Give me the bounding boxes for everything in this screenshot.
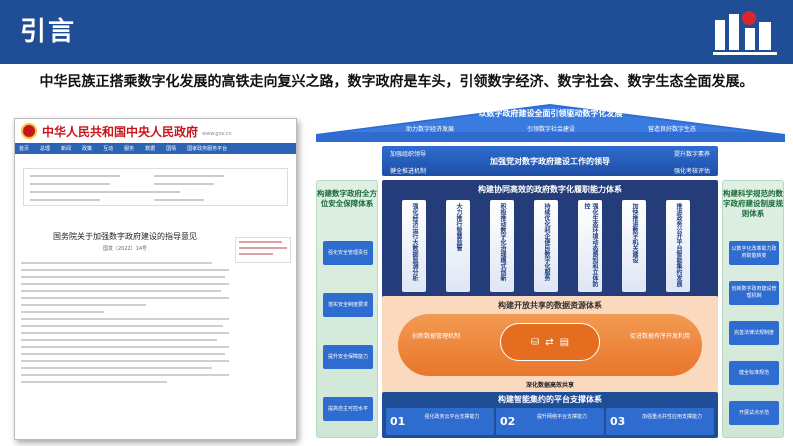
pillar-item: 完善法律法规制度 <box>729 321 779 345</box>
platform-item: 03 加强重点共性应用支撑能力 <box>606 408 714 435</box>
pillar-title: 构建科学规范的数字政府建设制度规则体系 <box>723 189 783 218</box>
doc-site-url: www.gov.cn <box>202 131 232 137</box>
page-title: 引言 <box>20 17 77 47</box>
lead-main: 加强党对数字政府建设工作的领导 <box>490 157 610 166</box>
data-title: 构建开放共享的数据资源体系 <box>498 301 602 310</box>
pillar-item: 落实安全制度要求 <box>323 293 373 317</box>
leadership-bar: 加强组织领导 健全推进机制 提升数字素养 强化考核评估 加强党对数字政府建设工作… <box>382 146 718 176</box>
doc-nav-item[interactable]: 互动 <box>103 145 113 152</box>
doc-nav-item[interactable]: 国家政务服务平台 <box>187 145 227 152</box>
pillar-item: 创新数字政府建设管理机制 <box>729 281 779 305</box>
doc-nav-item[interactable]: 国情 <box>166 145 176 152</box>
doc-sidebar <box>235 237 291 263</box>
function-item: 强化经济运行大数据监测分析 <box>402 200 426 292</box>
doc-meta-table <box>23 168 288 206</box>
function-item: 强化生态环境动态感知和立体防控 <box>578 200 602 292</box>
function-item: 大力推行智慧监管 <box>446 200 470 292</box>
institution-pillar: 构建科学规范的数字政府建设制度规则体系 以数字化改革助力政府职能转变 创新数字政… <box>722 180 784 438</box>
data-item-right: 促进数据有序开发利用 <box>629 333 690 340</box>
framework-diagram: 以数字政府建设全面引领驱动数字化发展 助力数字经济发展 引领数字社会建设 营造良… <box>316 104 785 442</box>
header-bar: 引言 <box>0 0 793 64</box>
doc-text-lines <box>21 262 229 383</box>
platform-item-label: 提升网络平台支撑能力 <box>536 414 587 420</box>
pillar-item: 以数字化改革助力政府职能转变 <box>729 241 779 265</box>
doc-nav-item[interactable]: 数据 <box>145 145 155 152</box>
roof-items: 助力数字经济发展 引领数字社会建设 营造良好数字生态 <box>406 124 696 133</box>
database-icon: ⛁ <box>530 336 540 348</box>
platform-item-label: 加强重点共性应用支撑能力 <box>641 414 702 420</box>
function-title: 构建协同高效的政府数字化履职能力体系 <box>478 185 622 194</box>
logo-icon <box>713 11 777 55</box>
pillar-item: 提升安全保障能力 <box>323 345 373 369</box>
function-item: 加快推进数字机关建设 <box>622 200 646 292</box>
platform-item-number: 03 <box>610 415 626 428</box>
server-icon: ▤ <box>559 336 570 348</box>
data-icons: ⛁ ⇄ ▤ <box>500 323 600 361</box>
doc-number: 国发〔2022〕14号 <box>102 246 148 252</box>
doc-body: 国务院关于加强数字政府建设的指导意见 国发〔2022〕14号 <box>21 223 229 388</box>
data-resource-system: 构建开放共享的数据资源体系 创新数据管理机制 促进数据有序开发利用 ⛁ ⇄ ▤ … <box>382 296 718 392</box>
national-emblem-icon <box>21 123 37 139</box>
function-item: 推进政务公开平台智能集约发展 <box>666 200 690 292</box>
doc-site-name: 中华人民共和国中央人民政府 <box>42 124 199 139</box>
roof-title: 以数字政府建设全面引领驱动数字化发展 <box>478 109 623 118</box>
data-item-bottom: 深化数据高效共享 <box>525 382 574 389</box>
doc-nav-item[interactable]: 总理 <box>40 145 50 152</box>
roof-item: 引领数字社会建设 <box>526 126 575 133</box>
lead-item: 强化考核评估 <box>673 168 710 175</box>
pillar-item: 健全标准规范 <box>729 361 779 385</box>
policy-document-screenshot: 中华人民共和国中央人民政府 www.gov.cn 首页 总理 新闻 政策 互动 … <box>14 118 297 440</box>
pillar-title: 构建数字政府全方位安全保障体系 <box>317 189 377 208</box>
roof-item: 营造良好数字生态 <box>647 126 696 133</box>
doc-nav-item[interactable]: 政策 <box>82 145 92 152</box>
platform-item: 01 强化政务云平台支撑能力 <box>386 408 494 435</box>
platform-item: 02 提升网络平台支撑能力 <box>496 408 604 435</box>
doc-breadcrumb <box>15 154 296 166</box>
sync-icon: ⇄ <box>545 336 554 348</box>
roof-item: 助力数字经济发展 <box>406 126 455 133</box>
function-system: 构建协同高效的政府数字化履职能力体系 强化经济运行大数据监测分析 大力推行智慧监… <box>382 180 718 298</box>
doc-nav-item[interactable]: 新闻 <box>61 145 71 152</box>
platform-item-label: 强化政务云平台支撑能力 <box>424 414 480 420</box>
platform-item-number: 02 <box>500 415 516 428</box>
lead-item: 健全推进机制 <box>390 168 427 175</box>
platform-item-number: 01 <box>390 415 406 428</box>
doc-nav-item[interactable]: 首页 <box>19 145 29 152</box>
doc-header: 中华人民共和国中央人民政府 www.gov.cn <box>15 119 296 143</box>
doc-title: 国务院关于加强数字政府建设的指导意见 <box>53 232 197 241</box>
pillar-item: 强化安全管理责任 <box>323 241 373 265</box>
data-item-left: 创新数据管理机制 <box>412 333 461 340</box>
platform-system: 构建智能集约的平台支撑体系 01 强化政务云平台支撑能力 02 提升网络平台支撑… <box>382 392 718 438</box>
pillar-item: 开展试点示范 <box>729 401 779 425</box>
platform-title: 构建智能集约的平台支撑体系 <box>498 395 602 404</box>
subtitle: 中华民族正搭乘数字化发展的高铁走向复兴之路，数字政府是车头，引领数字经济、数字社… <box>39 74 754 90</box>
function-item: 持续优化利企便民数字化服务 <box>534 200 558 292</box>
doc-nav-item[interactable]: 服务 <box>124 145 134 152</box>
function-item: 积极推动数字化治理模式创新 <box>490 200 514 292</box>
pillar-item: 提高自主可控水平 <box>323 397 373 421</box>
security-pillar: 构建数字政府全方位安全保障体系 强化安全管理责任 落实安全制度要求 提升安全保障… <box>316 180 378 438</box>
doc-nav: 首页 总理 新闻 政策 互动 服务 数据 国情 国家政务服务平台 <box>15 143 296 154</box>
